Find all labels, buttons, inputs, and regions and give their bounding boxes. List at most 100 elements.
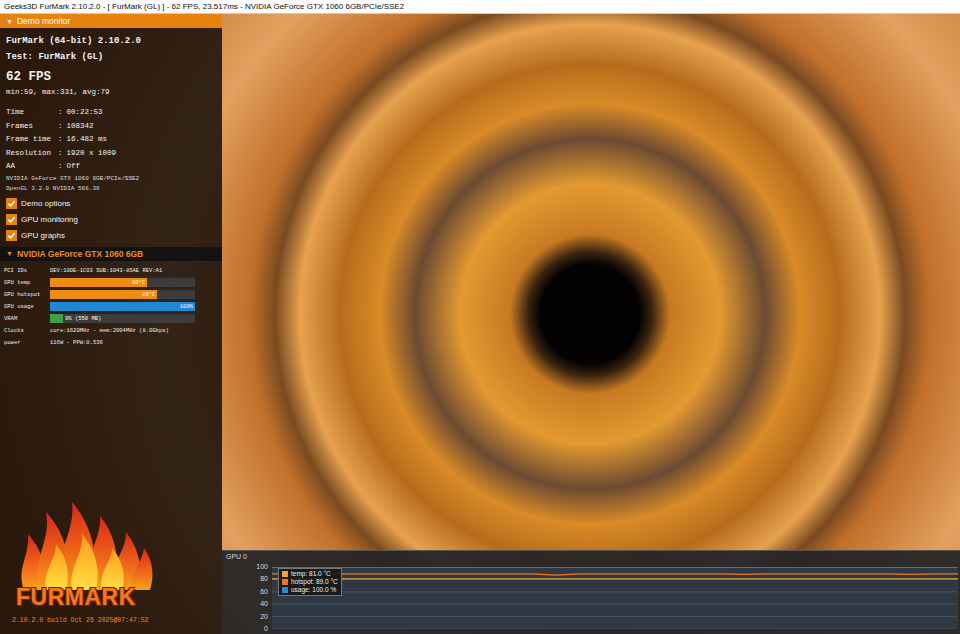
window-title: Geeks3D FurMark 2.10.2.0 - [ FurMark (GL… (4, 2, 404, 11)
opengl-version: OpenGL 3.2.0 NVIDIA 566.36 (6, 184, 216, 194)
main-area: ▼ Demo monitor FurMark (64-bit) 2.10.2.0… (0, 14, 960, 634)
title-bar: Geeks3D FurMark 2.10.2.0 - [ FurMark (GL… (0, 0, 960, 14)
demo-monitor-header[interactable]: ▼ Demo monitor (0, 14, 222, 28)
build-info: 2.10.2.0 build Oct 26 2025@07:47:52 (0, 611, 222, 634)
gpu-graph-panel: GPU 0 100 80 60 40 20 0 temp: 81.0 °C hotspot… (222, 550, 960, 634)
gpu-row: GPU hotspot 89°C (4, 289, 218, 300)
stat-separator: : (58, 147, 63, 161)
y-tick: 80 (260, 575, 268, 583)
stat-value: 00:22:53 (67, 106, 103, 120)
gpu-label: power (4, 339, 50, 346)
stat-row: Frame time : 16.482 ms (6, 133, 216, 147)
stat-separator: : (58, 160, 63, 174)
stat-label: Frame time (6, 133, 54, 147)
gpu-value: 116W - PPW:0.536 (50, 339, 103, 346)
gpu-label: GPU temp (4, 279, 50, 286)
gpu-label: Clocks (4, 327, 50, 334)
header-title: Demo monitor (17, 16, 70, 26)
check-icon (7, 199, 16, 208)
option-row[interactable]: GPU graphs (6, 230, 216, 241)
grid-line (272, 616, 958, 617)
series-line (272, 567, 958, 568)
legend-label: usage: 100.0 % (291, 586, 336, 594)
options: Demo options GPU monitoring GPU graphs (6, 198, 216, 241)
expand-icon: ▼ (6, 18, 13, 25)
stat-label: Time (6, 106, 54, 120)
grid-line (272, 567, 958, 568)
legend-swatch (282, 587, 288, 593)
fps: 62 FPS (6, 68, 216, 86)
monitor-body: FurMark (64-bit) 2.10.2.0 Test: FurMark … (0, 28, 222, 241)
grid-line (272, 629, 958, 630)
y-axis: 100 80 60 40 20 0 (222, 563, 272, 633)
checkbox[interactable] (6, 214, 17, 225)
renderer: NVIDIA GeForce GTX 1060 6GB/PCIe/SSE2 (6, 174, 216, 184)
gpu-label: GPU usage (4, 303, 50, 310)
stat-separator: : (58, 120, 63, 134)
stat-separator: : (58, 133, 63, 147)
gpu-label: VRAM (4, 315, 50, 322)
meter-reading: 100% (178, 303, 195, 310)
meter-reading: 9% (550 MB) (63, 315, 103, 322)
header-title: NVIDIA GeForce GTX 1060 6GB (17, 249, 143, 259)
legend-item: temp: 81.0 °C (282, 570, 338, 578)
meter: 80°C (50, 278, 195, 287)
check-icon (7, 215, 16, 224)
chart (272, 567, 958, 629)
stat-row: Resolution : 1920 x 1009 (6, 147, 216, 161)
gpu-value: DEV:10DE-1C03 SUB:1043-85AE REV:A1 (50, 267, 162, 274)
gpu-value: core:1620MHz - mem:2004MHz (8.0Gbps) (50, 327, 169, 334)
test-name: Test: FurMark (GL) (6, 49, 216, 65)
stat-label: Frames (6, 120, 54, 134)
gpu-label: PCI IDs (4, 267, 50, 274)
logo-text: FURMARK (16, 584, 136, 611)
meter-fill: 89°C (50, 290, 157, 299)
legend-label: hotspot: 89.0 °C (291, 578, 338, 586)
stat-row: Time : 00:22:53 (6, 106, 216, 120)
gpu-row: Clocks core:1620MHz - mem:2004MHz (8.0Gb… (4, 325, 218, 336)
grid-line (272, 579, 958, 580)
y-tick: 40 (260, 600, 268, 608)
checkbox[interactable] (6, 230, 17, 241)
gpu-header[interactable]: ▼ NVIDIA GeForce GTX 1060 6GB (0, 247, 222, 261)
meter: 89°C (50, 290, 195, 299)
y-tick: 100 (256, 563, 268, 571)
meter-reading: 80°C (130, 279, 147, 286)
stat-value: 16.482 ms (67, 133, 108, 147)
expand-icon: ▼ (6, 250, 13, 257)
legend-item: usage: 100.0 % (282, 586, 338, 594)
plot-area: temp: 81.0 °C hotspot: 89.0 °C usage: 10… (272, 563, 958, 633)
legend-label: temp: 81.0 °C (291, 570, 331, 578)
furmark-window: Geeks3D FurMark 2.10.2.0 - [ FurMark (GL… (0, 0, 960, 634)
gpu-row: GPU usage 100% (4, 301, 218, 312)
option-row[interactable]: GPU monitoring (6, 214, 216, 225)
option-label: GPU graphs (21, 231, 65, 240)
legend: temp: 81.0 °C hotspot: 89.0 °C usage: 10… (278, 568, 342, 596)
stat-value: Off (67, 160, 81, 174)
gpu-row: power 116W - PPW:0.536 (4, 337, 218, 348)
graph-body: 100 80 60 40 20 0 temp: 81.0 °C hotspot: 89.0… (222, 563, 960, 633)
y-tick: 60 (260, 588, 268, 596)
app-name: FurMark (64-bit) 2.10.2.0 (6, 33, 216, 49)
stat-row: AA : Off (6, 160, 216, 174)
meter-fill (50, 314, 63, 323)
option-row[interactable]: Demo options (6, 198, 216, 209)
legend-item: hotspot: 89.0 °C (282, 578, 338, 586)
checkbox[interactable] (6, 198, 17, 209)
stat-label: AA (6, 160, 54, 174)
stat-value: 108342 (67, 120, 94, 134)
y-tick: 20 (260, 613, 268, 621)
demo-monitor-panel: ▼ Demo monitor FurMark (64-bit) 2.10.2.0… (0, 14, 222, 634)
y-tick: 0 (264, 625, 268, 633)
meter: 100% (50, 302, 195, 311)
series-line (272, 578, 958, 579)
stat-row: Frames : 108342 (6, 120, 216, 134)
legend-swatch (282, 571, 288, 577)
gpu-row: VRAM 9% (550 MB) (4, 313, 218, 324)
option-label: GPU monitoring (21, 215, 78, 224)
meter-reading: 89°C (140, 291, 157, 298)
meter-fill: 80°C (50, 278, 147, 287)
gpu-row: GPU temp 80°C (4, 277, 218, 288)
grid-line (272, 591, 958, 592)
graph-title: GPU 0 (222, 551, 960, 563)
